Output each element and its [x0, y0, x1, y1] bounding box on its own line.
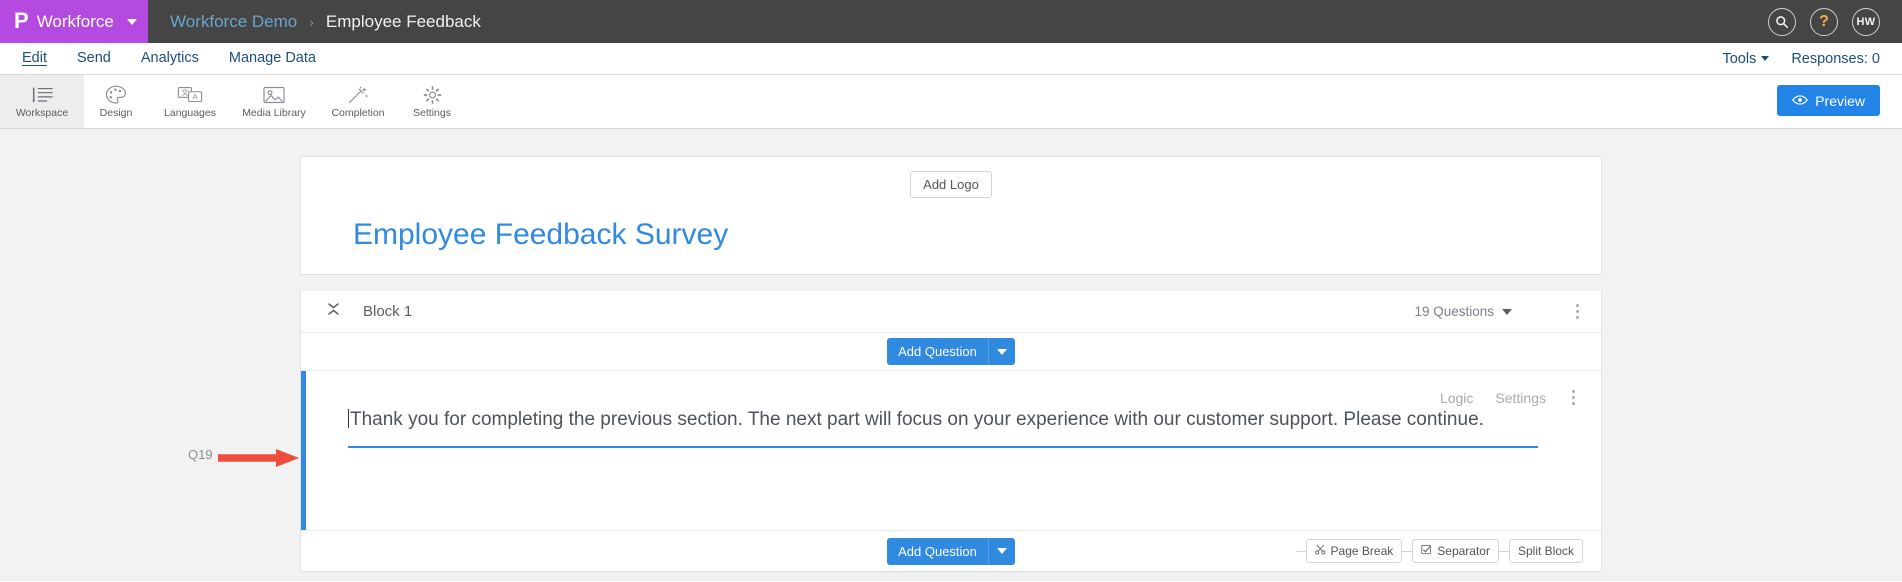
nav-item-send[interactable]: Send — [77, 50, 111, 67]
survey-canvas: Add Logo Employee Feedback Survey Block … — [0, 129, 1902, 581]
toolbar-label-design: Design — [99, 106, 133, 119]
question-count-dropdown[interactable]: 19 Questions — [1414, 304, 1512, 319]
chevron-down-icon — [996, 348, 1007, 355]
scissors-icon — [1314, 544, 1326, 558]
page-break-button[interactable]: Page Break — [1305, 539, 1403, 563]
block-footer-extras: Page Break Separator Split Block — [1295, 539, 1583, 563]
brand-name-label: Workforce — [36, 11, 114, 31]
toolbar-label-media-library: Media Library — [242, 106, 306, 119]
gear-icon — [422, 85, 443, 105]
toolbar-item-design[interactable]: Design — [84, 75, 148, 128]
question-body: Q19 Logic Settings Thank you for complet… — [188, 371, 1601, 530]
header-actions: ? HW — [1768, 0, 1902, 43]
brand-logo-icon: P — [14, 7, 29, 33]
red-arrow-pointer-icon — [218, 448, 300, 468]
chevron-down-icon — [126, 18, 137, 25]
kebab-dot — [1576, 304, 1579, 307]
toolbar-item-languages[interactable]: 文 A Languages — [148, 75, 232, 128]
toolbar-label-settings: Settings — [413, 106, 451, 119]
avatar[interactable]: HW — [1852, 7, 1880, 36]
question-logic-link[interactable]: Logic — [1440, 390, 1473, 406]
add-question-strip-top: Add Question — [301, 333, 1601, 371]
add-question-button[interactable]: Add Question — [887, 338, 988, 365]
brand-menu-button[interactable]: P Workforce — [0, 0, 148, 43]
survey-header-card: Add Logo Employee Feedback Survey — [300, 156, 1602, 275]
kebab-dot — [1576, 310, 1579, 313]
separator-label: Separator — [1437, 544, 1490, 558]
toolbar-label-languages: Languages — [164, 106, 216, 119]
preview-label: Preview — [1815, 92, 1865, 109]
magic-wand-icon — [347, 85, 369, 105]
translate-icon: 文 A — [177, 85, 203, 105]
breadcrumb-current-label: Employee Feedback — [325, 11, 481, 31]
nav-item-analytics[interactable]: Analytics — [141, 50, 199, 67]
block-name-label[interactable]: Block 1 — [363, 303, 412, 320]
split-block-button[interactable]: Split Block — [1508, 539, 1583, 563]
nav-right-actions: Tools Responses: 0 — [1722, 51, 1880, 67]
question-id-label: Q19 — [188, 447, 213, 462]
add-question-dropdown-button[interactable] — [987, 338, 1015, 365]
breadcrumb: Workforce Demo › Employee Feedback — [148, 0, 481, 43]
collapse-icon[interactable] — [327, 302, 340, 321]
help-icon[interactable]: ? — [1810, 7, 1838, 36]
chevron-down-icon — [996, 548, 1007, 554]
breadcrumb-parent-link[interactable]: Workforce Demo — [170, 12, 297, 32]
page-break-label: Page Break — [1330, 544, 1394, 558]
tools-label: Tools — [1722, 50, 1757, 67]
checkbox-icon — [1421, 544, 1432, 558]
divider — [1402, 550, 1413, 552]
editor-toolbar: Workspace Design 文 A Languages Media Lib… — [0, 75, 1902, 129]
svg-text:A: A — [193, 92, 198, 101]
split-block-label: Split Block — [1517, 544, 1574, 558]
survey-title[interactable]: Employee Feedback Survey — [301, 198, 1601, 252]
kebab-dot — [1572, 396, 1575, 399]
question-text: Thank you for completing the previous se… — [350, 409, 1484, 430]
preview-button[interactable]: Preview — [1777, 85, 1880, 116]
chevron-down-icon — [1502, 308, 1512, 315]
survey-sheet: Add Logo Employee Feedback Survey Block … — [188, 156, 1602, 572]
question-settings-link[interactable]: Settings — [1495, 390, 1546, 406]
nav-item-manage-data[interactable]: Manage Data — [229, 50, 316, 67]
add-question-button-group-bottom[interactable]: Add Question — [887, 537, 1015, 565]
chevron-down-icon — [1761, 56, 1770, 61]
search-icon[interactable] — [1768, 7, 1796, 36]
toolbar-item-completion[interactable]: Completion — [316, 75, 400, 128]
add-question-button-bottom[interactable]: Add Question — [887, 537, 988, 565]
question-options-menu-button[interactable] — [1568, 383, 1579, 412]
add-question-dropdown-button-bottom[interactable] — [987, 537, 1015, 565]
toolbar-item-media-library[interactable]: Media Library — [232, 75, 316, 128]
block-options-menu-button[interactable] — [1572, 297, 1583, 326]
palette-icon — [105, 85, 127, 105]
block-footer-strip: Add Question Page Break Separator Split … — [301, 531, 1601, 571]
add-question-button-group-top[interactable]: Add Question — [887, 338, 1015, 365]
divider — [1498, 550, 1509, 552]
eye-icon — [1792, 93, 1809, 109]
separator-button[interactable]: Separator — [1412, 539, 1499, 563]
divider — [1295, 550, 1306, 552]
toolbar-label-completion: Completion — [331, 106, 385, 119]
text-cursor — [348, 409, 349, 428]
kebab-dot — [1572, 402, 1575, 405]
question-row: Q19 Logic Settings Thank you for complet… — [188, 371, 1601, 531]
toolbar-item-settings[interactable]: Settings — [400, 75, 464, 128]
toolbar-label-workspace: Workspace — [15, 106, 69, 119]
question-text-editor[interactable]: Thank you for completing the previous se… — [348, 405, 1538, 449]
nav-item-edit[interactable]: Edit — [22, 50, 47, 67]
toolbar-item-workspace[interactable]: Workspace — [0, 75, 84, 128]
tools-menu-button[interactable]: Tools — [1722, 50, 1770, 67]
workspace-icon — [30, 85, 54, 105]
kebab-dot — [1572, 390, 1575, 393]
primary-nav-bar: Edit Send Analytics Manage Data Tools Re… — [0, 43, 1902, 75]
block-header-actions: 19 Questions — [1414, 297, 1601, 326]
block-header: Block 1 19 Questions — [301, 291, 1601, 333]
breadcrumb-separator-icon: › — [309, 13, 314, 30]
top-header-bar: P Workforce Workforce Demo › Employee Fe… — [0, 0, 1902, 43]
kebab-dot — [1576, 316, 1579, 319]
svg-text:文: 文 — [181, 86, 189, 96]
responses-count-link[interactable]: Responses: 0 — [1791, 51, 1880, 67]
add-logo-button[interactable]: Add Logo — [910, 171, 992, 198]
question-count-label: 19 Questions — [1414, 304, 1494, 319]
block-card: Block 1 19 Questions Add Question Q19 Lo… — [188, 291, 1602, 572]
image-icon — [262, 85, 286, 105]
